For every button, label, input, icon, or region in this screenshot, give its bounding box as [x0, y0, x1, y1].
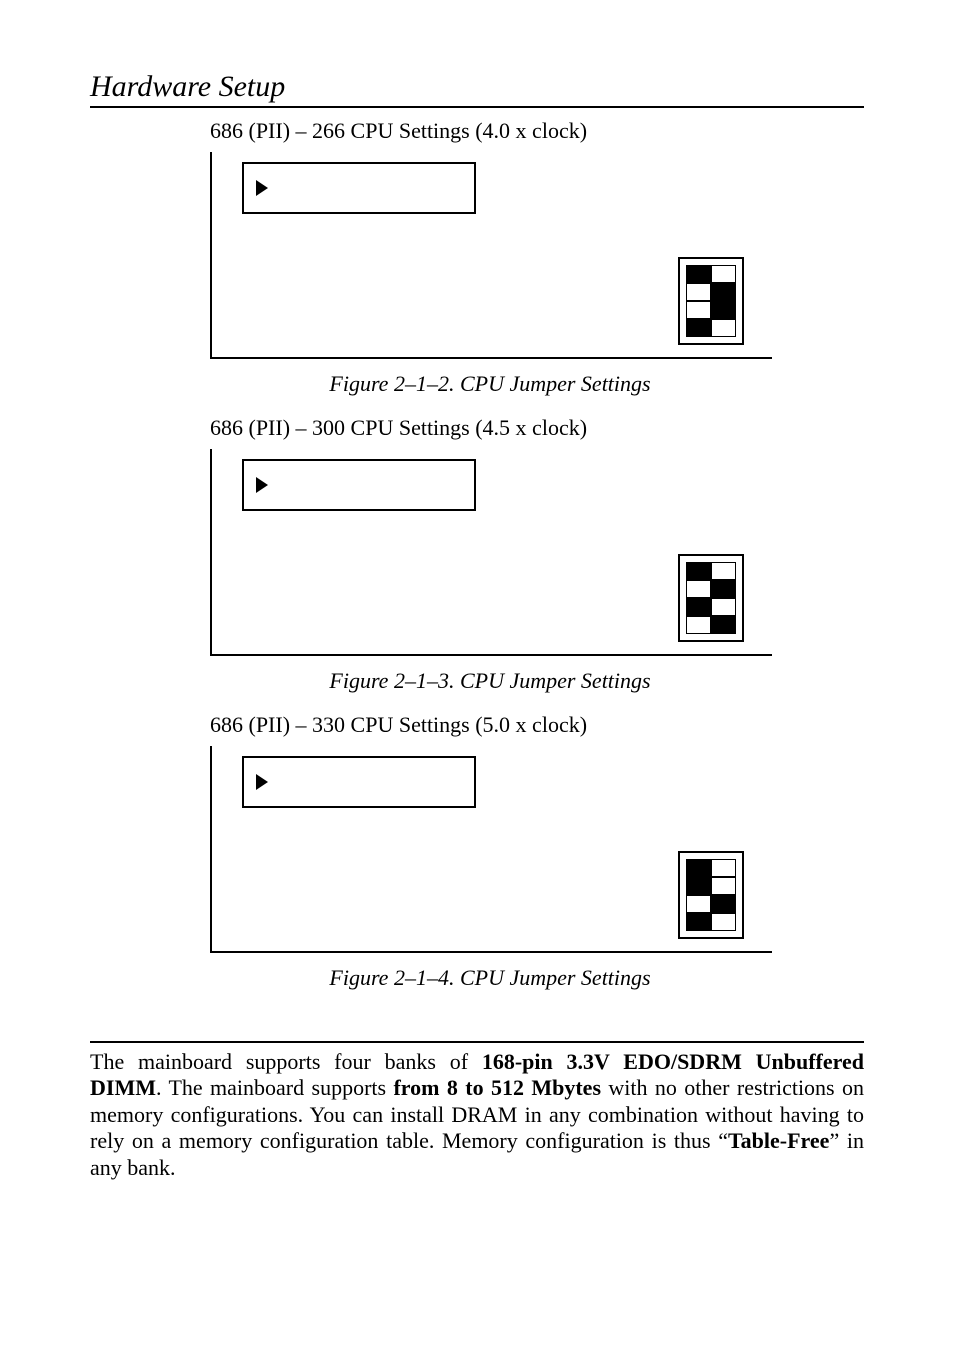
figure-caption: Figure 2–1–2. CPU Jumper Settings: [210, 371, 770, 397]
jumper-pin: [711, 913, 736, 931]
jumper-pin: [686, 895, 711, 913]
body-text-2: . The mainboard supports: [156, 1075, 393, 1100]
jumper-pin: [686, 859, 711, 877]
jumper-grid: [686, 859, 736, 931]
jumper-pin: [711, 580, 736, 598]
figure-diagram: [210, 152, 770, 359]
jumper-block: [678, 851, 744, 939]
section-heading-memory: 2–2. System Memory Configuration: [90, 1009, 864, 1043]
jumper-pin: [711, 319, 736, 337]
jumper-pin: [711, 895, 736, 913]
jumper-pin: [711, 877, 736, 895]
figure-caption: Figure 2–1–3. CPU Jumper Settings: [210, 668, 770, 694]
jumper-pin: [711, 616, 736, 634]
figure-diagram: [210, 449, 770, 656]
body-bold-2: from 8 to 512 Mbytes: [393, 1075, 601, 1100]
diagram-frame: [210, 152, 772, 359]
figure-title: 686 (PII) – 330 CPU Settings (5.0 x cloc…: [210, 712, 864, 738]
jumper-block: [678, 554, 744, 642]
diagram-frame: [210, 449, 772, 656]
jumper-pin: [686, 598, 711, 616]
diagram-frame: [210, 746, 772, 953]
jumper-pin: [711, 283, 736, 301]
jumper-pin: [686, 283, 711, 301]
jumper-pin: [711, 562, 736, 580]
jumper-pin: [686, 319, 711, 337]
page-header: Hardware Setup: [90, 70, 864, 108]
jumper-pin: [686, 580, 711, 598]
jumper-pin: [711, 301, 736, 319]
body-text-1: The mainboard supports four banks of: [90, 1049, 482, 1074]
jumper-pin: [711, 859, 736, 877]
cpu-slot-icon: [242, 756, 476, 808]
body-bold-3: Table-Free: [728, 1128, 829, 1153]
jumper-pin: [686, 877, 711, 895]
jumper-block: [678, 257, 744, 345]
jumper-grid: [686, 562, 736, 634]
figure-title: 686 (PII) – 266 CPU Settings (4.0 x cloc…: [210, 118, 864, 144]
jumper-pin: [686, 913, 711, 931]
jumper-pin: [711, 265, 736, 283]
jumper-grid: [686, 265, 736, 337]
figure-caption: Figure 2–1–4. CPU Jumper Settings: [210, 965, 770, 991]
figure-title: 686 (PII) – 300 CPU Settings (4.5 x cloc…: [210, 415, 864, 441]
cpu-slot-icon: [242, 162, 476, 214]
jumper-pin: [686, 265, 711, 283]
jumper-pin: [711, 598, 736, 616]
cpu-slot-icon: [242, 459, 476, 511]
figure-diagram: [210, 746, 770, 953]
figures-container: 686 (PII) – 266 CPU Settings (4.0 x cloc…: [90, 118, 864, 991]
jumper-pin: [686, 616, 711, 634]
jumper-pin: [686, 562, 711, 580]
jumper-pin: [686, 301, 711, 319]
memory-paragraph: The mainboard supports four banks of 168…: [90, 1049, 864, 1181]
